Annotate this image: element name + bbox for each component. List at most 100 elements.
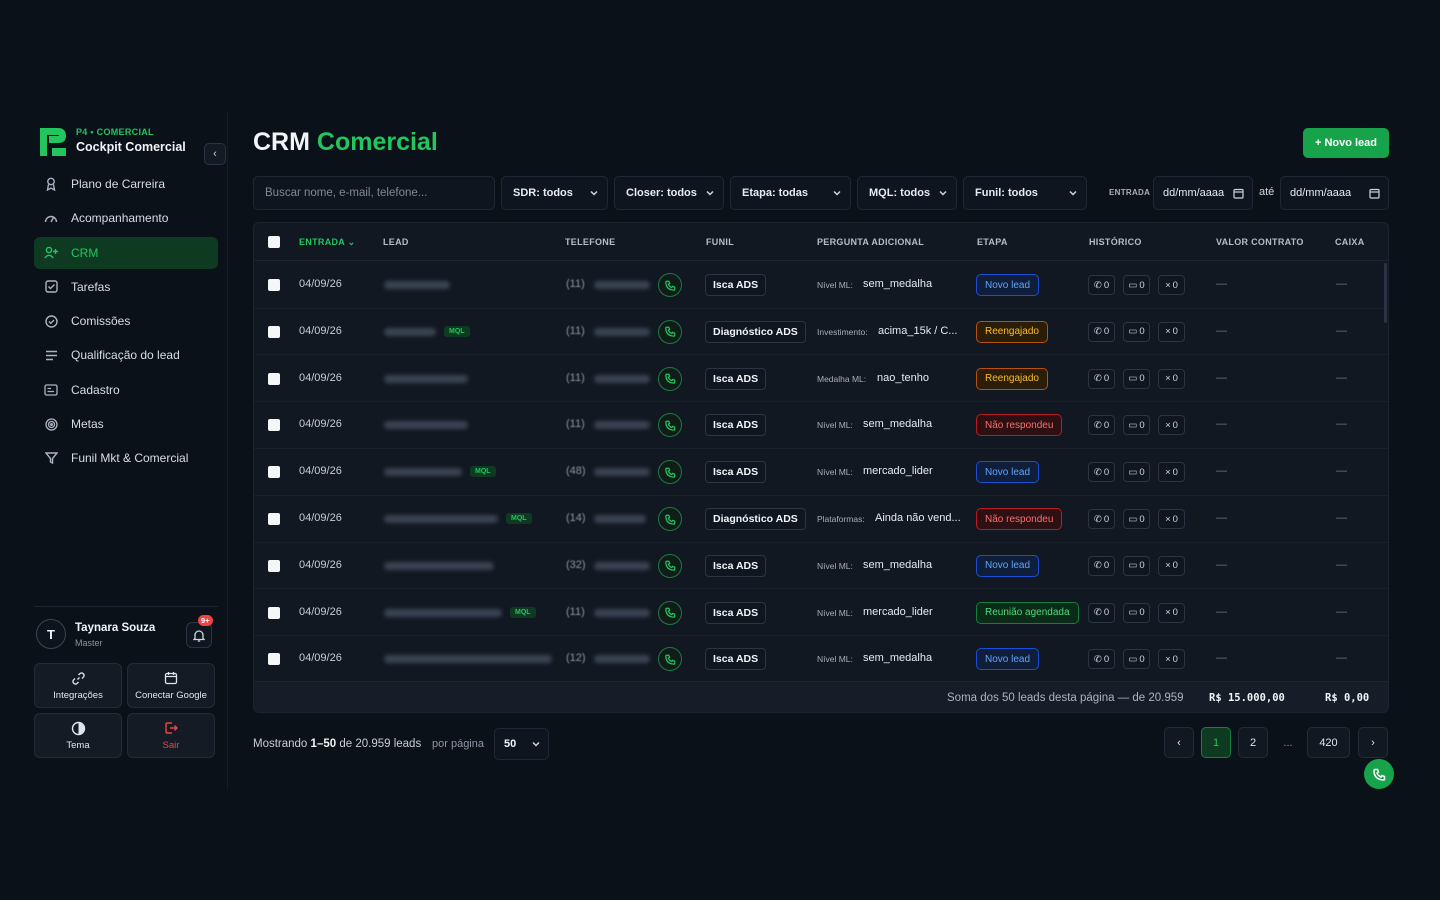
last-page-button[interactable]: 420 — [1307, 727, 1350, 758]
message-count[interactable]: ▭ 0 — [1123, 555, 1150, 576]
funil-filter[interactable]: Funil: todos — [963, 176, 1087, 210]
message-count[interactable]: ▭ 0 — [1123, 275, 1150, 295]
miss-count[interactable]: × 0 — [1158, 321, 1185, 342]
miss-count[interactable]: × 0 — [1158, 368, 1185, 389]
theme-button[interactable]: Tema — [34, 713, 122, 758]
miss-count[interactable]: × 0 — [1158, 649, 1185, 670]
stage-badge[interactable]: Novo lead — [976, 648, 1040, 671]
call-count[interactable]: ✆ 0 — [1088, 275, 1115, 295]
message-count[interactable]: ▭ 0 — [1123, 368, 1150, 389]
miss-count[interactable]: × 0 — [1158, 509, 1185, 529]
row-checkbox[interactable] — [268, 653, 280, 666]
date-from-input[interactable]: dd/mm/aaaa — [1153, 176, 1253, 210]
call-button[interactable] — [658, 273, 682, 297]
call-button[interactable] — [658, 413, 682, 438]
table-row[interactable]: 04/09/26 (11) Isca ADS Medalha ML: nao_tenho… — [254, 356, 1388, 403]
stage-badge[interactable]: Não respondeu — [976, 508, 1063, 530]
call-button[interactable] — [658, 460, 682, 485]
row-checkbox[interactable] — [268, 466, 280, 479]
call-button[interactable] — [658, 647, 682, 672]
call-button[interactable] — [658, 507, 682, 531]
search-input[interactable] — [253, 176, 495, 210]
stage-badge[interactable]: Reengajado — [976, 367, 1048, 390]
lead-name-redacted[interactable] — [384, 655, 552, 664]
row-checkbox[interactable] — [268, 372, 280, 385]
call-count[interactable]: ✆ 0 — [1088, 649, 1115, 670]
call-button[interactable] — [658, 600, 682, 625]
connect-google-button[interactable]: Conectar Google — [127, 663, 215, 708]
lead-name-redacted[interactable] — [384, 561, 494, 570]
per-page-select[interactable]: 50 — [494, 728, 549, 760]
stage-badge[interactable]: Não respondeu — [976, 414, 1063, 437]
table-row[interactable]: 04/09/26 (11) Isca ADS Nível ML: sem_medalha… — [254, 402, 1388, 450]
table-row[interactable]: 04/09/26 (11) Isca ADS Nível ML: sem_medalha… — [254, 262, 1388, 309]
lead-name-redacted[interactable] — [384, 468, 462, 477]
message-count[interactable]: ▭ 0 — [1123, 462, 1150, 483]
avatar[interactable]: T — [36, 619, 66, 649]
sdr-filter[interactable]: SDR: todos — [501, 176, 608, 210]
call-count[interactable]: ✆ 0 — [1088, 415, 1115, 436]
collapse-sidebar-button[interactable]: ‹ — [204, 143, 226, 165]
logout-button[interactable]: Sair — [127, 713, 215, 758]
table-row[interactable]: 04/09/26 (12) Isca ADS Nível ML: sem_medalha… — [254, 636, 1388, 684]
stage-badge[interactable]: Novo lead — [976, 461, 1040, 484]
sidebar-item-plano-de-carreira[interactable]: Plano de Carreira — [34, 168, 218, 200]
next-page-button[interactable]: › — [1358, 727, 1388, 758]
table-row[interactable]: 04/09/26 (32) Isca ADS Nível ML: sem_medalha… — [254, 543, 1388, 590]
row-checkbox[interactable] — [268, 325, 280, 338]
message-count[interactable]: ▭ 0 — [1123, 415, 1150, 436]
row-checkbox[interactable] — [268, 513, 280, 525]
sidebar-item-metas[interactable]: Metas — [34, 408, 218, 440]
miss-count[interactable]: × 0 — [1158, 462, 1185, 483]
message-count[interactable]: ▭ 0 — [1123, 321, 1150, 342]
table-row[interactable]: 04/09/26 MQL (14) Diagnóstico ADS Plataforma… — [254, 496, 1388, 543]
lead-name-redacted[interactable] — [384, 515, 498, 523]
integrations-button[interactable]: Integrações — [34, 663, 122, 708]
miss-count[interactable]: × 0 — [1158, 275, 1185, 295]
page-1-button[interactable]: 1 — [1201, 727, 1231, 758]
row-checkbox[interactable] — [268, 606, 280, 619]
sidebar-item-comissoes[interactable]: Comissões — [34, 305, 218, 337]
call-button[interactable] — [658, 366, 682, 391]
select-all-checkbox[interactable] — [268, 236, 280, 248]
prev-page-button[interactable]: ‹ — [1164, 727, 1194, 758]
table-row[interactable]: 04/09/26 MQL (11) Diagnóstico ADS Investimen… — [254, 309, 1388, 356]
row-checkbox[interactable] — [268, 559, 280, 572]
call-count[interactable]: ✆ 0 — [1088, 555, 1115, 576]
stage-badge[interactable]: Novo lead — [976, 274, 1040, 296]
call-count[interactable]: ✆ 0 — [1088, 368, 1115, 389]
date-to-input[interactable]: dd/mm/aaaa — [1280, 176, 1389, 210]
closer-filter[interactable]: Closer: todos — [614, 176, 724, 210]
message-count[interactable]: ▭ 0 — [1123, 509, 1150, 529]
stage-badge[interactable]: Reunião agendada — [976, 601, 1079, 624]
row-checkbox[interactable] — [268, 419, 280, 432]
new-lead-button[interactable]: + Novo lead — [1303, 128, 1389, 158]
miss-count[interactable]: × 0 — [1158, 415, 1185, 436]
call-button[interactable] — [658, 319, 682, 344]
table-scrollbar[interactable] — [1384, 263, 1387, 323]
sidebar-item-tarefas[interactable]: Tarefas — [34, 271, 218, 303]
lead-name-redacted[interactable] — [384, 281, 450, 289]
call-button[interactable] — [658, 553, 682, 578]
stage-badge[interactable]: Novo lead — [976, 554, 1040, 577]
table-row[interactable]: 04/09/26 MQL (11) Isca ADS Nível ML: mercado_… — [254, 590, 1388, 637]
lead-name-redacted[interactable] — [384, 608, 502, 617]
message-count[interactable]: ▭ 0 — [1123, 602, 1150, 623]
sidebar-item-acompanhamento[interactable]: Acompanhamento — [34, 202, 218, 234]
call-count[interactable]: ✆ 0 — [1088, 462, 1115, 483]
mql-filter[interactable]: MQL: todos — [857, 176, 957, 210]
lead-name-redacted[interactable] — [384, 327, 436, 336]
call-count[interactable]: ✆ 0 — [1088, 509, 1115, 529]
message-count[interactable]: ▭ 0 — [1123, 649, 1150, 670]
sidebar-item-qualificacao[interactable]: Qualificação do lead — [34, 339, 218, 371]
lead-name-redacted[interactable] — [384, 374, 468, 383]
lead-name-redacted[interactable] — [384, 421, 468, 430]
table-row[interactable]: 04/09/26 MQL (48) Isca ADS Nível ML: mercado_… — [254, 449, 1388, 496]
sidebar-item-cadastro[interactable]: Cadastro — [34, 374, 218, 406]
miss-count[interactable]: × 0 — [1158, 602, 1185, 623]
floating-call-button[interactable] — [1364, 759, 1394, 789]
row-checkbox[interactable] — [268, 279, 280, 291]
miss-count[interactable]: × 0 — [1158, 555, 1185, 576]
etapa-filter[interactable]: Etapa: todas — [730, 176, 851, 210]
page-2-button[interactable]: 2 — [1238, 727, 1268, 758]
